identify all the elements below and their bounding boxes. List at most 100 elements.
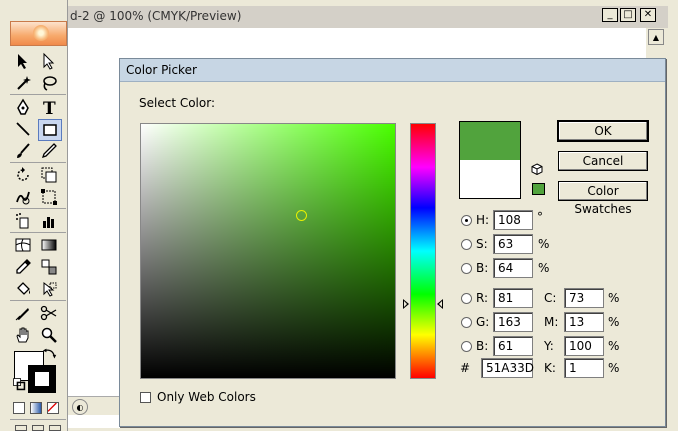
tools-panel: T — [0, 0, 68, 431]
free-transform-tool-icon[interactable] — [38, 187, 60, 207]
magenta-label: M: — [544, 315, 559, 329]
zoom-tool-icon[interactable] — [38, 325, 60, 345]
select-color-label: Select Color: — [139, 96, 215, 110]
cyan-label: C: — [544, 291, 557, 305]
black-label: K: — [544, 361, 556, 375]
selection-tool-icon[interactable] — [12, 51, 34, 71]
minimize-icon: _ — [607, 9, 613, 20]
hue-field[interactable]: 108 — [493, 210, 533, 230]
blue-field[interactable]: 61 — [493, 336, 533, 356]
slice-tool-icon[interactable] — [12, 303, 34, 323]
red-radio[interactable] — [461, 293, 472, 304]
pencil-tool-icon[interactable] — [38, 141, 60, 161]
cancel-button[interactable]: Cancel — [558, 151, 648, 171]
rectangle-tool-icon[interactable] — [38, 119, 62, 141]
hex-label: # — [460, 361, 471, 375]
swap-fill-stroke-icon[interactable] — [42, 347, 58, 361]
scroll-up-arrow-icon[interactable]: ▲ — [648, 29, 664, 45]
dialog-titlebar: Color Picker — [120, 59, 665, 82]
magenta-unit: % — [608, 315, 620, 329]
maximize-icon: □ — [623, 9, 633, 20]
hue-radio[interactable] — [461, 215, 472, 226]
red-field[interactable]: 81 — [493, 288, 533, 308]
green-field[interactable]: 163 — [493, 312, 533, 332]
graph-tool-icon[interactable] — [38, 211, 60, 231]
line-tool-icon[interactable] — [12, 119, 34, 139]
green-label: G: — [476, 315, 490, 329]
app-logo[interactable] — [10, 21, 67, 46]
screen-mode-menu-icon[interactable] — [32, 425, 44, 431]
zoom-level-icon[interactable]: ◐ — [72, 399, 88, 415]
brightness-field[interactable]: 64 — [493, 258, 533, 278]
blue-radio[interactable] — [461, 341, 472, 352]
color-swatches-button[interactable]: Color Swatches — [558, 181, 648, 216]
magic-wand-tool-icon[interactable] — [12, 73, 34, 93]
yellow-field[interactable]: 100 — [564, 336, 604, 356]
none-mode-icon[interactable] — [47, 402, 59, 414]
live-paint-bucket-icon[interactable] — [12, 279, 34, 299]
hue-unit: ° — [537, 210, 543, 224]
brightness-label: B: — [476, 261, 489, 275]
blend-tool-icon[interactable] — [38, 257, 60, 277]
screen-mode-icon[interactable] — [15, 425, 27, 431]
full-screen-mode-icon[interactable] — [49, 425, 61, 431]
lasso-tool-icon[interactable] — [38, 73, 60, 93]
brightness-radio[interactable] — [461, 263, 472, 274]
green-radio[interactable] — [461, 317, 472, 328]
gamut-cube-icon[interactable] — [531, 163, 543, 176]
direct-selection-tool-icon[interactable] — [38, 51, 60, 71]
black-field[interactable]: 1 — [564, 358, 604, 378]
gradient-mode-icon[interactable] — [30, 402, 42, 414]
hue-slider-left-arrow-icon[interactable] — [403, 299, 409, 309]
only-web-colors-label: Only Web Colors — [157, 390, 256, 404]
web-safe-swatch[interactable] — [532, 183, 545, 195]
hue-slider[interactable] — [410, 123, 436, 379]
color-preview — [459, 121, 521, 199]
eyedropper-tool-icon[interactable] — [12, 257, 34, 277]
minimize-button[interactable]: _ — [602, 8, 618, 22]
warp-tool-icon[interactable] — [12, 187, 34, 207]
gradient-tool-icon[interactable] — [38, 235, 60, 255]
symbol-sprayer-tool-icon[interactable] — [12, 211, 34, 231]
color-picker-dialog: Color Picker Select Color: OK Cancel Col… — [119, 58, 666, 427]
scissors-tool-icon[interactable] — [38, 303, 60, 323]
stroke-color-swatch[interactable] — [28, 365, 56, 393]
dialog-title: Color Picker — [126, 63, 197, 77]
scale-tool-icon[interactable] — [38, 165, 60, 185]
new-color-swatch — [460, 122, 520, 160]
color-mode-icon[interactable] — [13, 402, 25, 414]
type-tool-icon[interactable]: T — [38, 97, 60, 117]
rotate-tool-icon[interactable] — [12, 165, 34, 185]
black-unit: % — [608, 361, 620, 375]
current-color-swatch — [460, 160, 520, 198]
yellow-label: Y: — [544, 339, 554, 353]
color-field-marker[interactable] — [296, 210, 307, 221]
red-label: R: — [476, 291, 489, 305]
paintbrush-tool-icon[interactable] — [12, 141, 34, 161]
close-button[interactable]: ✕ — [640, 8, 656, 22]
saturation-label: S: — [476, 237, 488, 251]
hue-label: H: — [476, 213, 490, 227]
color-field-brightness — [141, 124, 395, 378]
magenta-field[interactable]: 13 — [564, 312, 604, 332]
flower-icon — [33, 25, 49, 41]
live-paint-selection-icon[interactable] — [38, 279, 60, 299]
saturation-radio[interactable] — [461, 239, 472, 250]
hex-field[interactable]: 51A33D — [481, 358, 534, 378]
cyan-unit: % — [608, 291, 620, 305]
pen-tool-icon[interactable] — [12, 97, 34, 117]
yellow-unit: % — [608, 339, 620, 353]
hand-tool-icon[interactable] — [12, 325, 34, 345]
ok-button[interactable]: OK — [558, 121, 648, 141]
saturation-unit: % — [538, 237, 550, 251]
hue-slider-right-arrow-icon[interactable] — [437, 299, 443, 309]
default-colors-icon[interactable] — [12, 377, 26, 391]
mesh-tool-icon[interactable] — [12, 235, 34, 255]
only-web-colors-checkbox[interactable] — [140, 392, 151, 403]
cyan-field[interactable]: 73 — [564, 288, 604, 308]
document-title: d-2 @ 100% (CMYK/Preview) — [70, 9, 242, 23]
close-icon: ✕ — [643, 9, 653, 20]
color-field[interactable] — [140, 123, 396, 379]
maximize-button[interactable]: □ — [620, 8, 636, 22]
saturation-field[interactable]: 63 — [493, 234, 533, 254]
